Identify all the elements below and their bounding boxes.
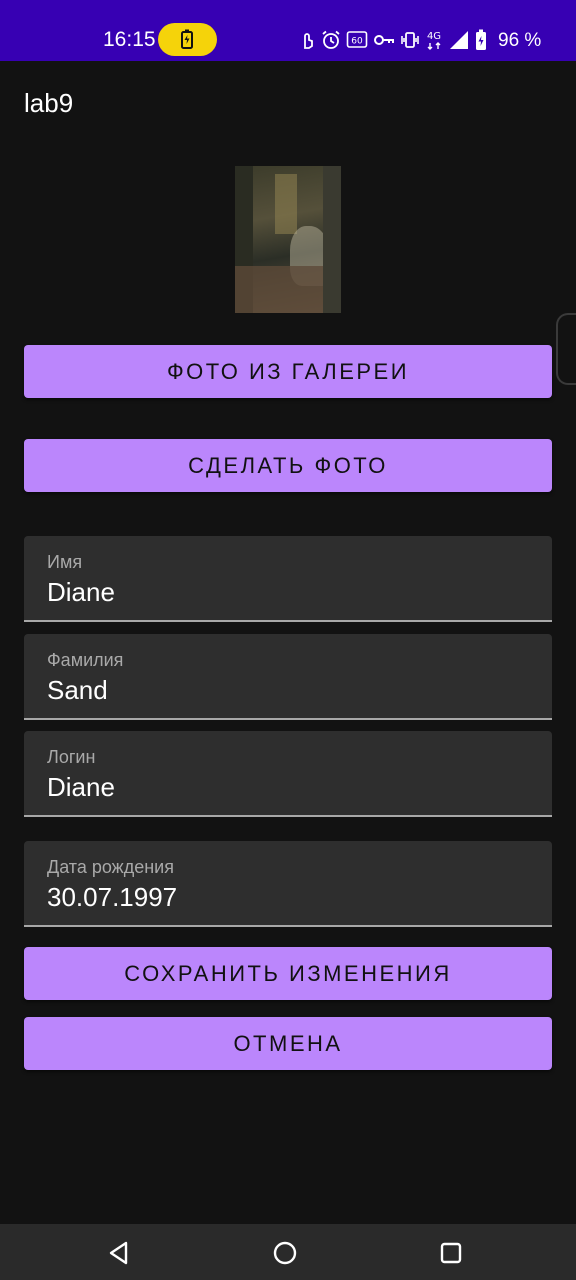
first-name-label: Имя — [47, 552, 83, 572]
last-name-value[interactable]: Sand — [47, 675, 108, 706]
home-icon[interactable] — [272, 1240, 298, 1266]
touch-icon — [304, 33, 313, 49]
vibrate-icon — [401, 32, 419, 48]
cancel-button[interactable]: ОТМЕНА — [24, 1017, 552, 1070]
clock: 16:15 — [103, 28, 156, 51]
key-icon — [374, 35, 394, 45]
birth-date-label: Дата рождения — [47, 857, 174, 877]
signal-icon — [450, 31, 468, 49]
svg-text:60: 60 — [351, 37, 363, 47]
edge-panel-handle[interactable] — [556, 313, 576, 385]
birth-date-value[interactable]: 30.07.1997 — [47, 882, 177, 913]
4g-icon: 4G — [427, 31, 441, 50]
last-name-field[interactable]: Фамилия Sand — [24, 634, 552, 720]
recents-icon[interactable] — [438, 1240, 464, 1266]
back-icon[interactable] — [106, 1240, 132, 1266]
login-label: Логин — [47, 747, 96, 767]
take-photo-button[interactable]: СДЕЛАТЬ ФОТО — [24, 439, 552, 492]
gallery-photo-button[interactable]: ФОТО ИЗ ГАЛЕРЕИ — [24, 345, 552, 398]
first-name-field[interactable]: Имя Diane — [24, 536, 552, 622]
navigation-bar — [0, 1224, 576, 1280]
battery-charging-icon — [158, 23, 217, 56]
app-title: lab9 — [24, 88, 74, 118]
battery-percent: 96 % — [498, 30, 542, 51]
birth-date-field[interactable]: Дата рождения 30.07.1997 — [24, 841, 552, 927]
save-changes-button[interactable]: СОХРАНИТЬ ИЗМЕНЕНИЯ — [24, 947, 552, 1000]
last-name-label: Фамилия — [47, 650, 124, 670]
battery-icon — [476, 29, 486, 50]
login-field[interactable]: Логин Diane — [24, 731, 552, 817]
first-name-value[interactable]: Diane — [47, 577, 115, 608]
svg-text:4G: 4G — [427, 31, 441, 42]
60hz-icon: 60 — [346, 31, 368, 48]
alarm-icon — [322, 30, 340, 49]
profile-photo — [235, 166, 341, 313]
status-icons: 60 4G — [298, 28, 487, 52]
login-value[interactable]: Diane — [47, 772, 115, 803]
status-bar: 16:15 60 4G 96 % — [0, 0, 576, 61]
